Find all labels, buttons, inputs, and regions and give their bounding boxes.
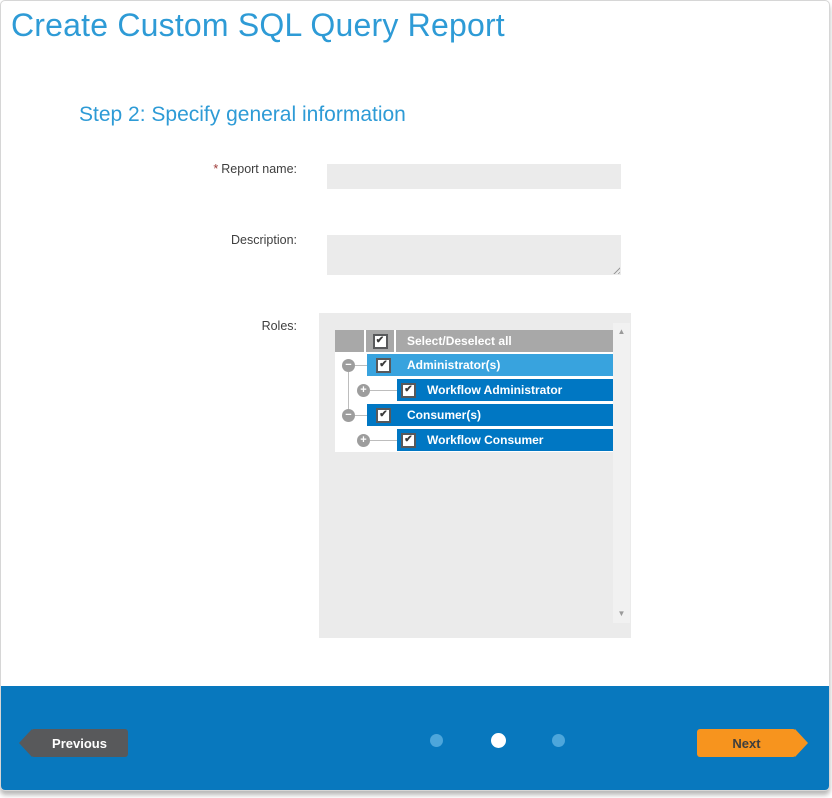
select-all-label: Select/Deselect all	[407, 334, 512, 348]
description-input[interactable]	[327, 235, 621, 275]
tree-connector-stub	[355, 415, 367, 416]
workflow-consumer-checkbox[interactable]: ✔	[401, 433, 416, 448]
wizard-dialog: Create Custom SQL Query Report Step 2: S…	[0, 0, 830, 791]
pagination-dot-3[interactable]	[552, 734, 565, 747]
tree-connector-stub	[370, 440, 397, 441]
roles-label: Roles:	[61, 319, 297, 333]
tree-row-consumers[interactable]: ✔ Consumer(s)	[367, 404, 613, 426]
consumers-checkbox[interactable]: ✔	[376, 408, 391, 423]
report-name-label: *Report name:	[61, 162, 297, 176]
tree-connector-vline	[348, 372, 349, 409]
next-button[interactable]: Next	[697, 729, 796, 757]
administrators-checkbox[interactable]: ✔	[376, 358, 391, 373]
tree-row-workflow-administrator[interactable]: ✔ Workflow Administrator	[397, 379, 613, 401]
pagination-dot-1[interactable]	[430, 734, 443, 747]
tree-header-checkbox-cell: ✔	[366, 330, 394, 352]
tree-header-label-cell[interactable]: Select/Deselect all	[396, 330, 613, 352]
wizard-footer: Previous Next	[1, 686, 829, 790]
tree-row-label: Consumer(s)	[407, 404, 481, 426]
tree-connector-stub	[370, 390, 397, 391]
report-name-input[interactable]	[327, 164, 621, 189]
select-all-checkbox[interactable]: ✔	[373, 334, 388, 349]
tree-header-indent-cell	[335, 330, 364, 352]
page-title: Create Custom SQL Query Report	[11, 7, 505, 44]
tree-row-label: Workflow Administrator	[427, 379, 562, 401]
required-marker: *	[213, 162, 218, 176]
tree-row-label: Administrator(s)	[407, 354, 500, 376]
roles-tree: ✔ Select/Deselect all − + − + ✔ Administ…	[319, 313, 631, 638]
pagination-dot-2-active[interactable]	[491, 733, 506, 748]
step-heading: Step 2: Specify general information	[79, 103, 406, 127]
tree-scrollbar[interactable]: ▲ ▼	[613, 323, 630, 623]
previous-button[interactable]: Previous	[31, 729, 128, 757]
expand-icon[interactable]: +	[357, 384, 370, 397]
scroll-up-icon[interactable]: ▲	[613, 325, 630, 339]
description-field-wrap	[327, 235, 621, 275]
tree-row-administrators[interactable]: ✔ Administrator(s)	[367, 354, 613, 376]
collapse-icon[interactable]: −	[342, 359, 355, 372]
collapse-icon[interactable]: −	[342, 409, 355, 422]
description-label: Description:	[61, 233, 297, 247]
scroll-down-icon[interactable]: ▼	[613, 607, 630, 621]
tree-row-label: Workflow Consumer	[427, 429, 543, 451]
expand-icon[interactable]: +	[357, 434, 370, 447]
workflow-administrator-checkbox[interactable]: ✔	[401, 383, 416, 398]
tree-connector-stub	[355, 365, 367, 366]
tree-row-workflow-consumer[interactable]: ✔ Workflow Consumer	[397, 429, 613, 451]
